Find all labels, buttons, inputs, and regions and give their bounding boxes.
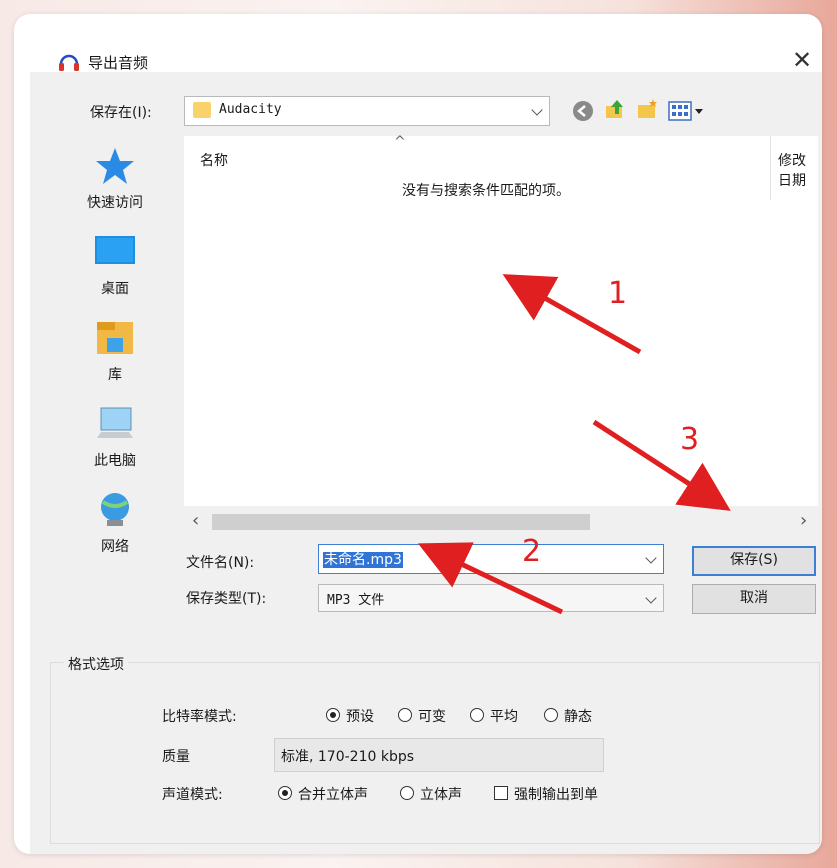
column-header-name[interactable]: 名称	[200, 150, 228, 170]
filename-input[interactable]: 未命名.mp3	[318, 544, 664, 574]
annotation-label-2: 2	[522, 534, 542, 569]
bitrate-variable-label: 可变	[418, 709, 446, 725]
bitrate-average-radio[interactable]	[470, 708, 484, 722]
chevron-down-icon	[645, 592, 657, 604]
scroll-left-icon[interactable]: ‹	[192, 510, 199, 531]
save-button[interactable]: 保存(S)	[692, 546, 816, 576]
quality-label: 质量	[162, 749, 190, 765]
sidebar-item-label: 库	[108, 367, 122, 383]
quality-dropdown[interactable]: 标准, 170-210 kbps	[274, 738, 604, 772]
sidebar-item-label: 此电脑	[94, 453, 136, 469]
sidebar-item-label: 快速访问	[87, 195, 143, 211]
filetype-value: MP3 文件	[327, 593, 385, 608]
bitrate-constant-label: 静态	[564, 709, 592, 725]
network-icon	[101, 493, 129, 526]
title-bar: 导出音频 ✕	[30, 30, 822, 72]
sidebar-item-library[interactable]: 库	[70, 318, 160, 384]
bitrate-average-label: 平均	[490, 709, 518, 725]
sidebar-item-label: 网络	[101, 539, 129, 555]
channel-stereo-radio[interactable]	[400, 786, 414, 800]
back-icon[interactable]	[572, 100, 594, 122]
column-header-modified[interactable]: 修改日期	[778, 150, 818, 190]
chevron-down-icon	[531, 104, 543, 116]
filename-label: 文件名(N):	[186, 555, 255, 571]
cancel-button[interactable]: 取消	[692, 584, 816, 614]
save-in-dropdown[interactable]: Audacity	[184, 96, 550, 126]
bitrate-mode-label: 比特率模式:	[162, 709, 237, 725]
close-icon[interactable]: ✕	[792, 48, 812, 72]
sort-ascending-icon: ^	[394, 134, 406, 150]
filetype-dropdown[interactable]: MP3 文件	[318, 584, 664, 612]
star-icon	[96, 148, 134, 184]
chevron-down-icon[interactable]	[645, 552, 657, 564]
scrollbar-thumb[interactable]	[212, 514, 590, 530]
quality-value: 标准, 170-210 kbps	[281, 749, 415, 765]
sidebar-item-quick-access[interactable]: 快速访问	[70, 146, 160, 212]
folder-icon	[193, 102, 211, 118]
horizontal-scrollbar[interactable]: ‹ ›	[184, 506, 818, 536]
save-in-label: 保存在(I):	[90, 105, 152, 121]
dialog-title: 导出音频	[88, 54, 149, 72]
empty-message: 没有与搜索条件匹配的项。	[402, 183, 570, 199]
file-list[interactable]: 名称 ^ 修改日期 没有与搜索条件匹配的项。	[184, 134, 818, 536]
desktop-icon	[95, 236, 135, 264]
annotation-label-3: 3	[680, 422, 700, 457]
sidebar-item-desktop[interactable]: 桌面	[70, 232, 160, 298]
computer-icon	[97, 407, 133, 438]
library-icon	[97, 322, 133, 354]
save-in-value: Audacity	[219, 102, 282, 117]
channel-joint-stereo-radio[interactable]	[278, 786, 292, 800]
bitrate-constant-radio[interactable]	[544, 708, 558, 722]
channel-mode-label: 声道模式:	[162, 787, 223, 803]
bitrate-preset-radio[interactable]	[326, 708, 340, 722]
scroll-right-icon[interactable]: ›	[800, 510, 807, 531]
column-divider[interactable]	[770, 136, 771, 200]
channel-joint-stereo-label: 合并立体声	[298, 787, 368, 803]
sidebar-item-this-pc[interactable]: 此电脑	[70, 404, 160, 470]
sidebar-item-label: 桌面	[101, 281, 129, 297]
force-mono-label: 强制输出到单	[514, 787, 598, 803]
annotation-label-1: 1	[608, 276, 628, 311]
screenshot-frame: 导出音频 ✕ 保存在(I): Audacity 快速访问 桌面 库 此电脑 网络…	[14, 14, 822, 854]
channel-stereo-label: 立体声	[420, 787, 462, 803]
bitrate-preset-label: 预设	[346, 709, 374, 725]
new-folder-icon[interactable]	[636, 98, 658, 120]
audacity-headphones-icon	[59, 54, 79, 71]
bitrate-variable-radio[interactable]	[398, 708, 412, 722]
force-mono-checkbox[interactable]	[494, 786, 508, 800]
filename-value: 未命名.mp3	[323, 552, 403, 568]
sidebar-item-network[interactable]: 网络	[70, 490, 160, 556]
view-menu-icon[interactable]	[668, 100, 706, 122]
up-folder-icon[interactable]	[604, 98, 626, 120]
export-audio-dialog: 导出音频 ✕ 保存在(I): Audacity 快速访问 桌面 库 此电脑 网络…	[30, 30, 822, 854]
format-options-title: 格式选项	[64, 654, 128, 674]
filetype-label: 保存类型(T):	[186, 591, 267, 607]
